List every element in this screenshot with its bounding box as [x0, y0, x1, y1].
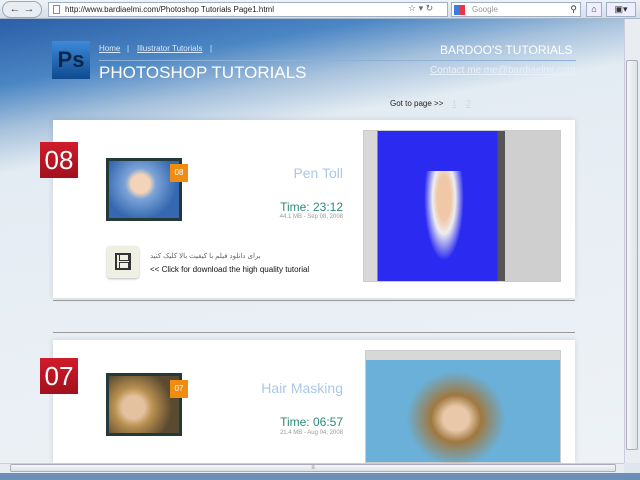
tutorial-duration: Time: 23:12 — [280, 200, 343, 214]
floppy-disk-icon — [115, 253, 131, 270]
horizontal-scroll-thumb[interactable]: ≡ — [10, 464, 616, 472]
url-text: http://www.bardiaelmi.com/Photoshop Tuto… — [65, 5, 274, 14]
forward-arrow-icon[interactable]: → — [24, 3, 35, 15]
photoshop-logo: Ps — [52, 41, 90, 79]
download-button[interactable] — [107, 246, 139, 278]
pagination-label: Got to page >> — [390, 99, 444, 108]
google-icon — [454, 5, 465, 15]
vertical-scroll-thumb[interactable] — [626, 60, 638, 450]
tutorial-title[interactable]: Pen Toll — [143, 165, 343, 181]
tutorial-number-badge: 08 — [40, 142, 78, 178]
page-link-2[interactable]: 2 — [466, 99, 470, 108]
site-brand: BARDOO'S TUTORIALS — [440, 43, 573, 57]
contact-link[interactable]: Contact me me@bardiaelmi.com — [430, 65, 576, 76]
tutorial-screenshot[interactable] — [363, 130, 561, 282]
search-input[interactable]: Google ⚲ — [451, 2, 581, 17]
tutorial-screenshot[interactable] — [365, 350, 561, 466]
page-title: PHOTOSHOP TUTORIALS — [99, 63, 307, 82]
home-icon[interactable]: ⌂ — [586, 2, 602, 17]
back-forward-buttons[interactable]: ← → — [2, 1, 42, 18]
nav-illustrator-link[interactable]: Illustrator Tutorials — [137, 44, 202, 53]
tutorial-duration: Time: 06:57 — [280, 415, 343, 429]
bookmarks-menu-icon[interactable]: ▣▾ — [606, 2, 636, 17]
section-divider — [53, 332, 575, 333]
download-text-persian[interactable]: برای دانلود فیلم با کیفیت بالا کلیک کنید — [150, 252, 261, 260]
url-buttons[interactable]: ☆ ▾ ↻ — [408, 3, 433, 14]
header-divider — [99, 60, 576, 61]
back-arrow-icon[interactable]: ← — [9, 3, 20, 15]
search-icon[interactable]: ⚲ — [570, 3, 577, 16]
reload-icon[interactable]: ↻ — [426, 3, 434, 13]
page-icon — [53, 5, 60, 14]
tutorial-title[interactable]: Hair Masking — [143, 380, 343, 396]
tutorial-meta: 21.4 MB - Aug 04, 2008 — [279, 430, 343, 436]
nav-separator: | — [127, 44, 130, 53]
download-link[interactable]: << Click for download the high quality t… — [150, 265, 309, 274]
page-link-1[interactable]: 1 — [452, 99, 456, 108]
nav-separator: | — [210, 44, 213, 53]
section-divider — [53, 300, 575, 301]
window-bottom-edge — [0, 473, 640, 480]
address-bar[interactable]: http://www.bardiaelmi.com/Photoshop Tuto… — [48, 2, 448, 17]
search-placeholder: Google — [472, 5, 498, 14]
bookmark-star-icon[interactable]: ☆ — [408, 3, 416, 13]
nav-home-link[interactable]: Home — [99, 44, 120, 53]
tutorial-number-badge: 07 — [40, 358, 78, 394]
tutorial-meta: 44.1 MB - Sep 08, 2008 — [279, 214, 343, 220]
